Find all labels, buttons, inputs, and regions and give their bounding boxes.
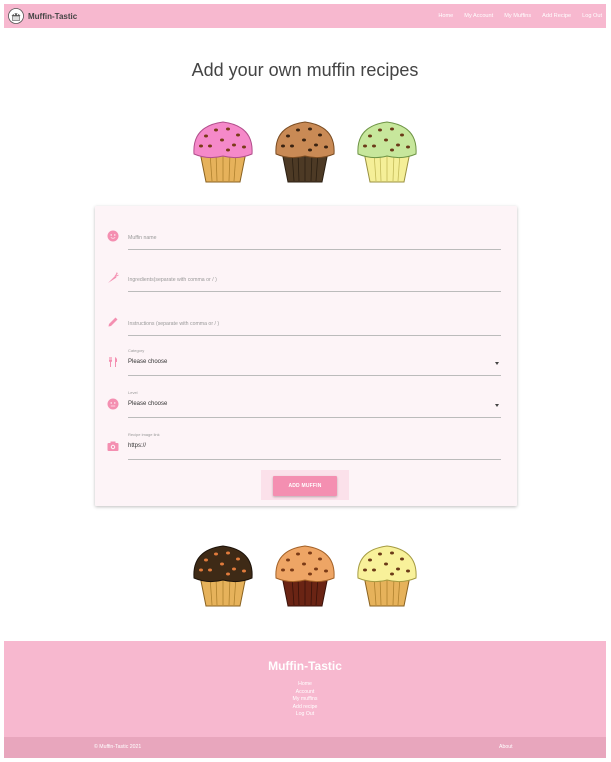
footer-brand: Muffin-Tastic (268, 659, 342, 673)
chevron-down-icon (495, 362, 499, 365)
submit-button-focus-ring: ADD MUFFIN (261, 470, 349, 500)
footer: Muffin-Tastic Home Account My muffins Ad… (4, 641, 606, 737)
ingredients-field[interactable]: Ingredients(separate with comma or / ) (107, 264, 501, 292)
footer-link-account[interactable]: Account (296, 689, 315, 697)
footer-link-home[interactable]: Home (298, 681, 312, 689)
muffin-name-placeholder: Muffin name (128, 235, 157, 241)
brand[interactable]: Muffin-Tastic (8, 4, 77, 28)
add-muffin-button[interactable]: ADD MUFFIN (273, 476, 337, 496)
level-underline (128, 417, 501, 418)
green-muffin-image (357, 121, 417, 183)
level-label: Level (128, 390, 138, 395)
vanilla-muffin-image (357, 545, 417, 607)
nav-my-account[interactable]: My Account (464, 13, 493, 19)
muffin-name-field[interactable]: Muffin name (107, 222, 501, 250)
category-underline (128, 375, 501, 376)
copyright-text: © Muffin-Tastic 2021 (94, 744, 142, 750)
face-icon (107, 230, 119, 242)
level-select[interactable]: Level Please choose (107, 390, 501, 418)
instructions-placeholder: Instructions (separate with comma or / ) (128, 321, 220, 327)
footer-links: Home Account My muffins Add recipe Log O… (4, 681, 606, 719)
page-frame: Muffin-Tastic Home My Account My Muffins… (4, 4, 606, 758)
image-link-value: https:// (128, 443, 147, 449)
image-link-field[interactable]: Recipe image link https:// (107, 432, 501, 460)
about-link[interactable]: About (499, 744, 513, 750)
footer-link-add-recipe[interactable]: Add recipe (293, 704, 318, 712)
instructions-field[interactable]: Instructions (separate with comma or / ) (107, 308, 501, 336)
category-select[interactable]: Category Please choose (107, 348, 501, 376)
category-label: Category (128, 348, 145, 353)
carrot-icon (108, 272, 119, 283)
chevron-down-icon (495, 404, 499, 407)
instructions-underline (128, 335, 501, 336)
muffin-images-top (4, 116, 606, 186)
footer-link-my-muffins[interactable]: My muffins (293, 696, 318, 704)
pencil-icon (108, 317, 118, 327)
muffin-name-underline (128, 249, 501, 250)
nav-my-muffins[interactable]: My Muffins (504, 13, 531, 19)
image-link-label: Recipe image link (128, 432, 160, 437)
nav-links: Home My Account My Muffins Add Recipe Lo… (438, 4, 602, 28)
ingredients-placeholder: Ingredients(separate with comma or / ) (128, 277, 217, 283)
chocolate-chip-muffin-image (275, 121, 335, 183)
category-value: Please choose (128, 359, 168, 365)
page-title: Add your own muffin recipes (191, 60, 419, 80)
orange-muffin-image (275, 545, 335, 607)
mood-icon (107, 398, 119, 410)
brand-name: Muffin-Tastic (28, 11, 78, 21)
muffin-images-bottom (4, 540, 606, 610)
level-value: Please choose (128, 401, 168, 407)
fork-knife-icon (109, 357, 118, 367)
double-chocolate-muffin-image (193, 545, 253, 607)
camera-icon (107, 441, 119, 451)
image-link-underline (128, 459, 501, 460)
add-muffin-form: Muffin name Ingredients(separate with co… (95, 206, 517, 506)
navbar: Muffin-Tastic Home My Account My Muffins… (4, 4, 606, 28)
nav-log-out[interactable]: Log Out (582, 13, 602, 19)
footer-link-log-out[interactable]: Log Out (296, 711, 314, 719)
nav-add-recipe[interactable]: Add Recipe (542, 13, 571, 19)
muffin-logo-icon (8, 8, 24, 24)
ingredients-underline (128, 291, 501, 292)
nav-home[interactable]: Home (438, 13, 453, 19)
footer-bottom-bar: © Muffin-Tastic 2021 About (4, 737, 606, 758)
pink-muffin-image (193, 121, 253, 183)
